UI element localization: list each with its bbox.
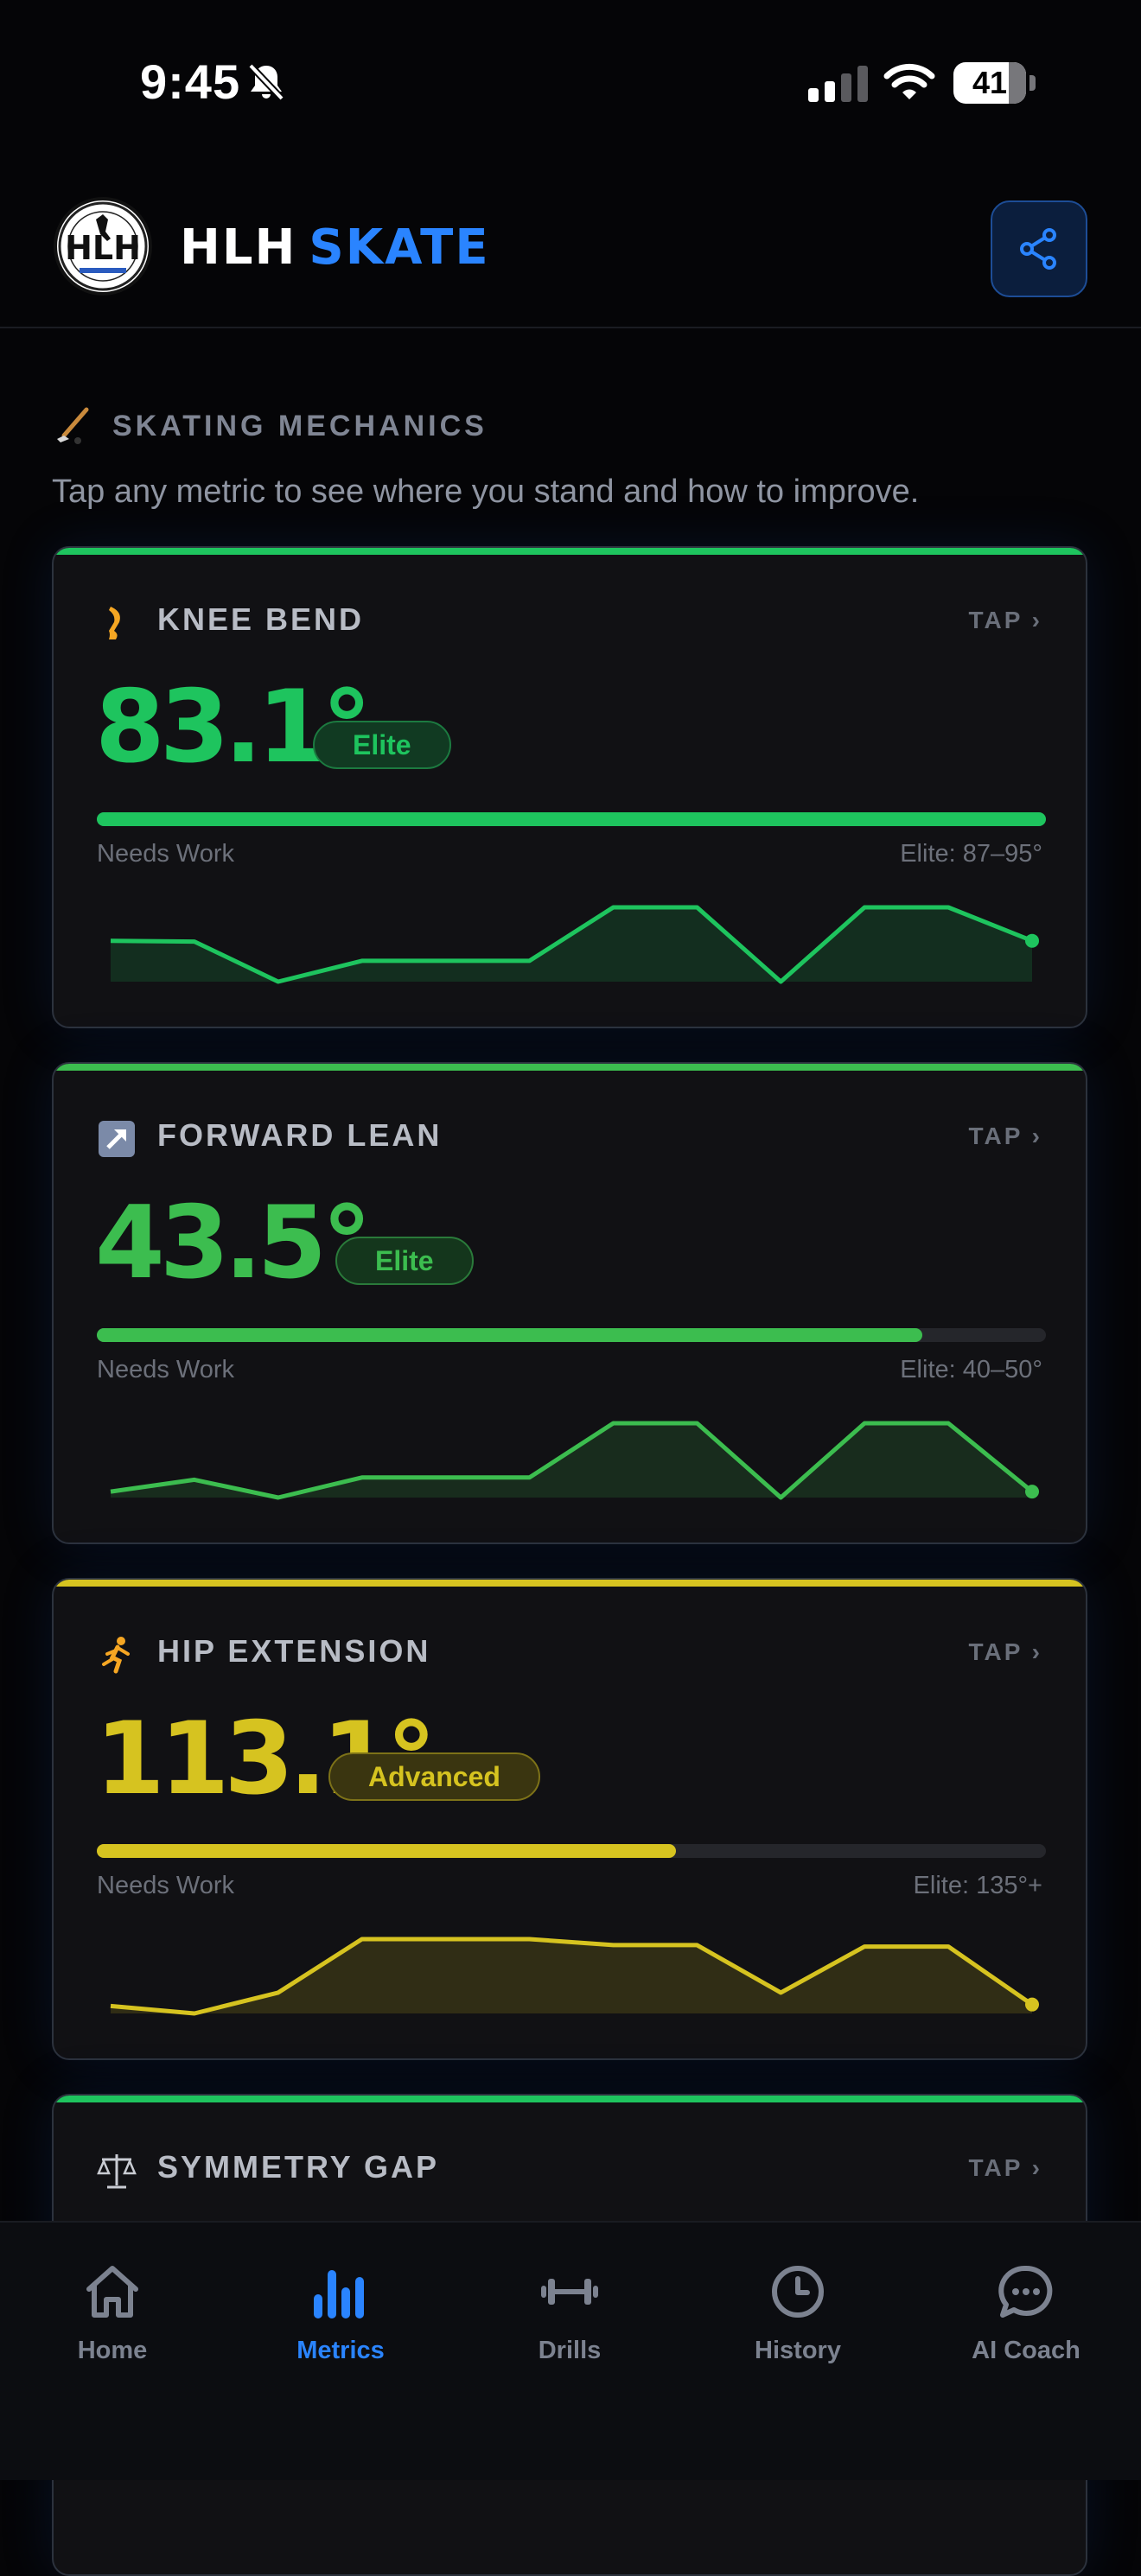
range-high-label: Elite: 40–50° xyxy=(900,1356,1042,1383)
card-accent-bar xyxy=(54,1064,1086,1071)
tab-drills[interactable]: Drills xyxy=(483,2257,656,2365)
battery-icon: 41 xyxy=(953,62,1036,104)
range-high-label: Elite: 135°+ xyxy=(913,1872,1042,1899)
range-low-label: Needs Work xyxy=(97,1872,235,1899)
section-subtitle: Tap any metric to see where you stand an… xyxy=(52,474,920,510)
tap-hint: TAP › xyxy=(968,1638,1042,1665)
progress-fill xyxy=(97,1328,923,1342)
arrow-up-right-icon xyxy=(99,1121,135,1157)
progress-fill xyxy=(97,812,1046,826)
tab-label: Home xyxy=(77,2337,148,2364)
card-accent-bar xyxy=(54,2096,1086,2102)
tab-home[interactable]: Home xyxy=(26,2257,199,2365)
trend-sparkline xyxy=(110,1937,1039,2016)
dumbbell-icon xyxy=(541,2279,598,2305)
wifi-icon xyxy=(883,63,935,99)
bottom-tab-bar: Home Metrics Drills History AI Coach xyxy=(0,2221,1141,2480)
cellular-signal-icon xyxy=(808,62,868,102)
chat-bubble-icon xyxy=(998,2265,1053,2318)
leg-icon xyxy=(109,607,120,639)
sparkline-area xyxy=(111,1939,1032,2013)
tap-hint: TAP › xyxy=(968,2154,1042,2181)
section-title: SKATING MECHANICS xyxy=(112,409,488,442)
metric-name: SYMMETRY GAP xyxy=(157,2149,440,2185)
status-time: 9:45 xyxy=(140,54,241,109)
scales-icon xyxy=(97,2154,137,2189)
tab-history[interactable]: History xyxy=(711,2257,884,2365)
logo-emblem-icon: HLH xyxy=(58,201,148,291)
metric-name: KNEE BEND xyxy=(157,601,365,637)
tab-ai-coach[interactable]: AI Coach xyxy=(940,2257,1112,2365)
sparkline-area xyxy=(111,907,1032,982)
sparkline-latest-point xyxy=(1025,933,1039,948)
tab-label: Drills xyxy=(538,2337,602,2364)
range-high-label: Elite: 87–95° xyxy=(900,840,1042,868)
progress-track xyxy=(97,1844,1046,1858)
app-brand: HLH SKATE xyxy=(180,219,490,276)
tab-label: History xyxy=(755,2337,841,2364)
trend-sparkline xyxy=(110,1421,1039,1500)
share-button[interactable] xyxy=(991,200,1087,297)
metric-card-knee-bend[interactable]: KNEE BEND TAP › 83.1° Elite Needs Work E… xyxy=(52,546,1087,1028)
metric-card-hip-extension[interactable]: HIP EXTENSION TAP › 113.1° Advanced Need… xyxy=(52,1578,1087,2060)
battery-level: 41 xyxy=(972,65,1008,100)
home-icon xyxy=(86,2266,138,2318)
trend-sparkline xyxy=(110,905,1039,984)
metric-name: FORWARD LEAN xyxy=(157,1117,443,1153)
range-low-label: Needs Work xyxy=(97,840,235,868)
share-icon xyxy=(1020,228,1056,270)
brand-hlh: HLH xyxy=(180,219,297,276)
tab-metrics[interactable]: Metrics xyxy=(254,2257,427,2365)
tap-hint: TAP › xyxy=(968,607,1042,633)
progress-fill xyxy=(97,1844,676,1858)
clock-icon xyxy=(772,2266,824,2318)
metric-card-forward-lean[interactable]: FORWARD LEAN TAP › 43.5° Elite Needs Wor… xyxy=(52,1062,1087,1544)
progress-track xyxy=(97,812,1046,826)
metric-name: HIP EXTENSION xyxy=(157,1633,431,1669)
sparkline-latest-point xyxy=(1025,1485,1039,1499)
bar-chart-icon xyxy=(314,2270,364,2318)
app-header: HLH HLH SKATE xyxy=(0,173,1141,328)
running-person-icon xyxy=(102,1637,130,1674)
status-bar: 9:45 41 xyxy=(0,0,1141,164)
tap-hint: TAP › xyxy=(968,1123,1042,1149)
tab-label: AI Coach xyxy=(972,2337,1080,2364)
status-badge: Advanced xyxy=(328,1752,540,1801)
status-badge: Elite xyxy=(313,721,451,769)
section-header: SKATING MECHANICS xyxy=(52,406,488,446)
status-badge: Elite xyxy=(335,1237,474,1285)
card-accent-bar xyxy=(54,548,1086,555)
sparkline-area xyxy=(111,1423,1032,1498)
app-logo: HLH xyxy=(54,197,152,296)
metric-value: 43.5° xyxy=(95,1185,372,1301)
range-low-label: Needs Work xyxy=(97,1356,235,1383)
tab-label: Metrics xyxy=(296,2337,385,2364)
card-accent-bar xyxy=(54,1580,1086,1587)
brand-skate: SKATE xyxy=(309,219,490,276)
hockey-stick-icon xyxy=(57,407,89,444)
bell-muted-icon xyxy=(248,63,284,101)
progress-track xyxy=(97,1328,1046,1342)
sparkline-latest-point xyxy=(1025,1997,1039,2012)
